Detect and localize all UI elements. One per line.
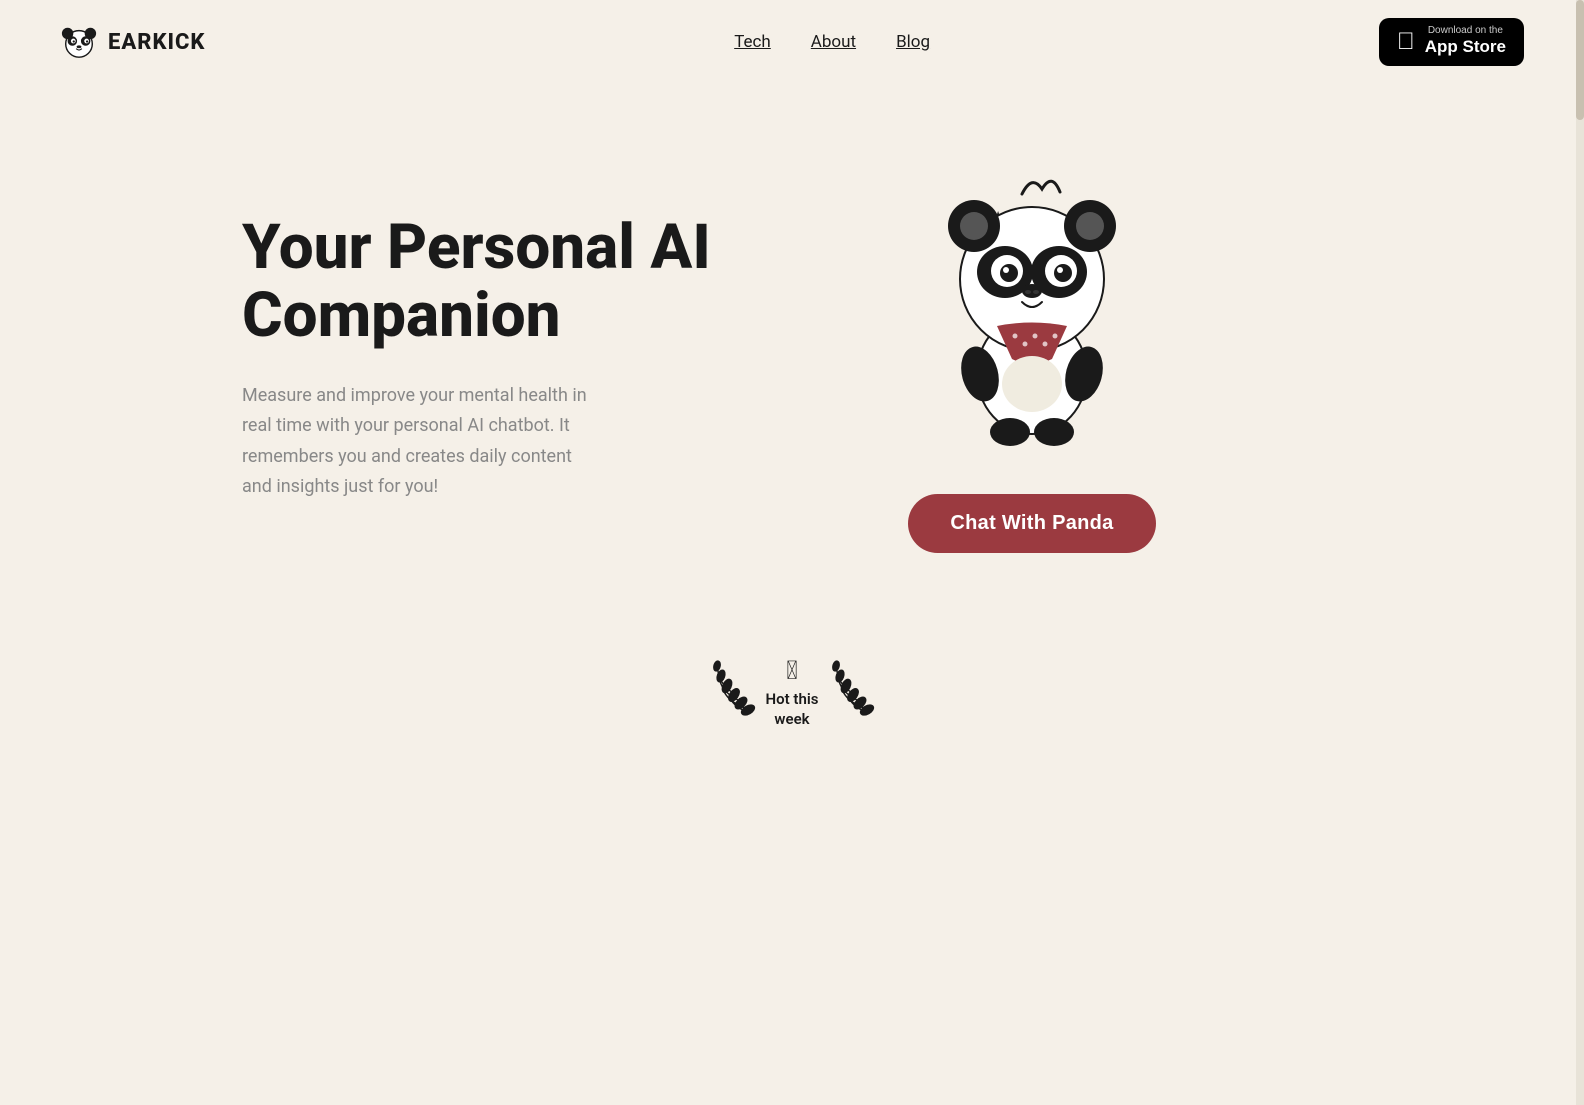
- laurel-left-icon: [705, 653, 760, 732]
- badge-section:  Hot thisweek: [0, 653, 1584, 792]
- chat-with-panda-button[interactable]: Chat With Panda: [908, 494, 1155, 553]
- hot-this-week-badge:  Hot thisweek: [705, 653, 880, 732]
- logo-area[interactable]: EARKICK: [60, 23, 205, 61]
- logo-text: EARKICK: [108, 30, 205, 55]
- navbar: EARKICK Tech About Blog  Download on th…: [0, 0, 1584, 84]
- nav-link-about[interactable]: About: [811, 32, 856, 52]
- app-store-large-text: App Store: [1425, 36, 1506, 58]
- scrollbar-track[interactable]: [1576, 0, 1584, 1105]
- hot-this-week-text: Hot thisweek: [766, 690, 819, 729]
- app-store-small-text: Download on the: [1425, 26, 1506, 36]
- hero-right: ★: [762, 164, 1362, 553]
- nav-links: Tech About Blog: [734, 32, 930, 52]
- nav-link-blog[interactable]: Blog: [896, 32, 930, 52]
- apple-logo-icon: : [1397, 30, 1415, 54]
- laurel-right-icon: [824, 653, 879, 732]
- hero-description: Measure and improve your mental health i…: [242, 381, 602, 503]
- nav-link-tech[interactable]: Tech: [734, 32, 771, 52]
- logo-icon: [60, 23, 98, 61]
- scrollbar-thumb[interactable]: [1576, 0, 1584, 120]
- nav-center: Tech About Blog: [654, 32, 930, 52]
- app-store-button[interactable]:  Download on the App Store: [1379, 18, 1524, 66]
- badge-inner:  Hot thisweek: [766, 656, 819, 729]
- hero-left: Your Personal AI Companion Measure and i…: [242, 214, 762, 503]
- hero-title: Your Personal AI Companion: [242, 214, 762, 350]
- hero-section: Your Personal AI Companion Measure and i…: [142, 84, 1442, 593]
- panda-illustration: ★: [922, 164, 1142, 464]
- badge-apple-icon: : [786, 656, 798, 686]
